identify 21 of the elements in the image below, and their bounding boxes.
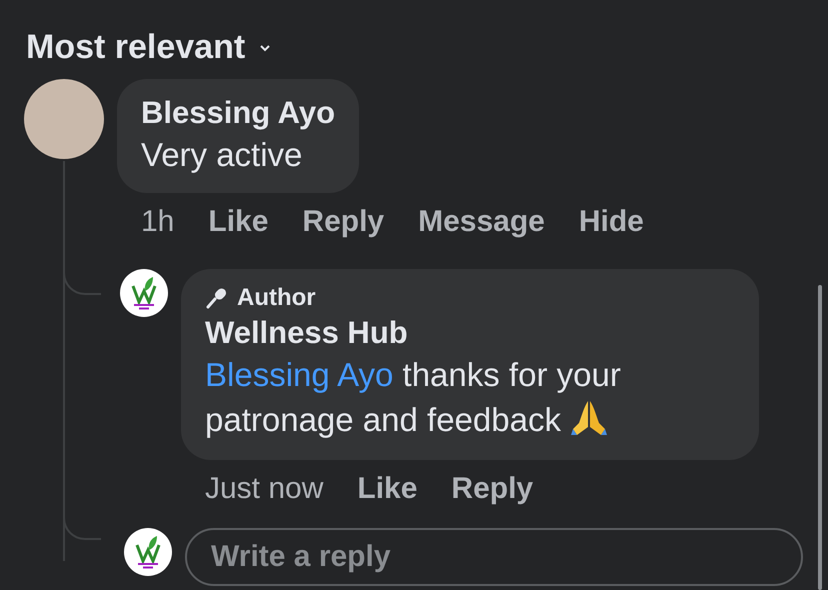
comment-action[interactable]: Message: [418, 205, 545, 239]
comment-author[interactable]: Blessing Ayo: [141, 93, 336, 133]
comment-action[interactable]: Hide: [578, 205, 644, 239]
comment-action[interactable]: Like: [208, 205, 268, 239]
logo-icon: [120, 269, 168, 317]
author-label: Author: [237, 283, 316, 313]
comment-text: Very active: [141, 135, 304, 175]
reply-action[interactable]: Reply: [451, 472, 534, 506]
reply-author[interactable]: Wellness Hub: [205, 313, 735, 353]
microphone-icon: [205, 286, 229, 310]
logo-icon: [124, 528, 172, 576]
reply-time: Just now: [205, 472, 324, 506]
reply-input-field[interactable]: Write a reply: [185, 528, 803, 586]
sort-label[interactable]: Most relevant: [26, 28, 246, 67]
reply-action[interactable]: Like: [357, 472, 418, 506]
reply-text: Blessing Ayo thanks for your patronage and feedback: [205, 355, 622, 440]
comment-action[interactable]: Reply: [302, 205, 384, 239]
mention-link[interactable]: Blessing Ayo: [205, 356, 394, 393]
comment-time: 1h: [141, 205, 174, 239]
scrollbar[interactable]: [818, 285, 822, 590]
chevron-down-icon[interactable]: [259, 44, 272, 52]
